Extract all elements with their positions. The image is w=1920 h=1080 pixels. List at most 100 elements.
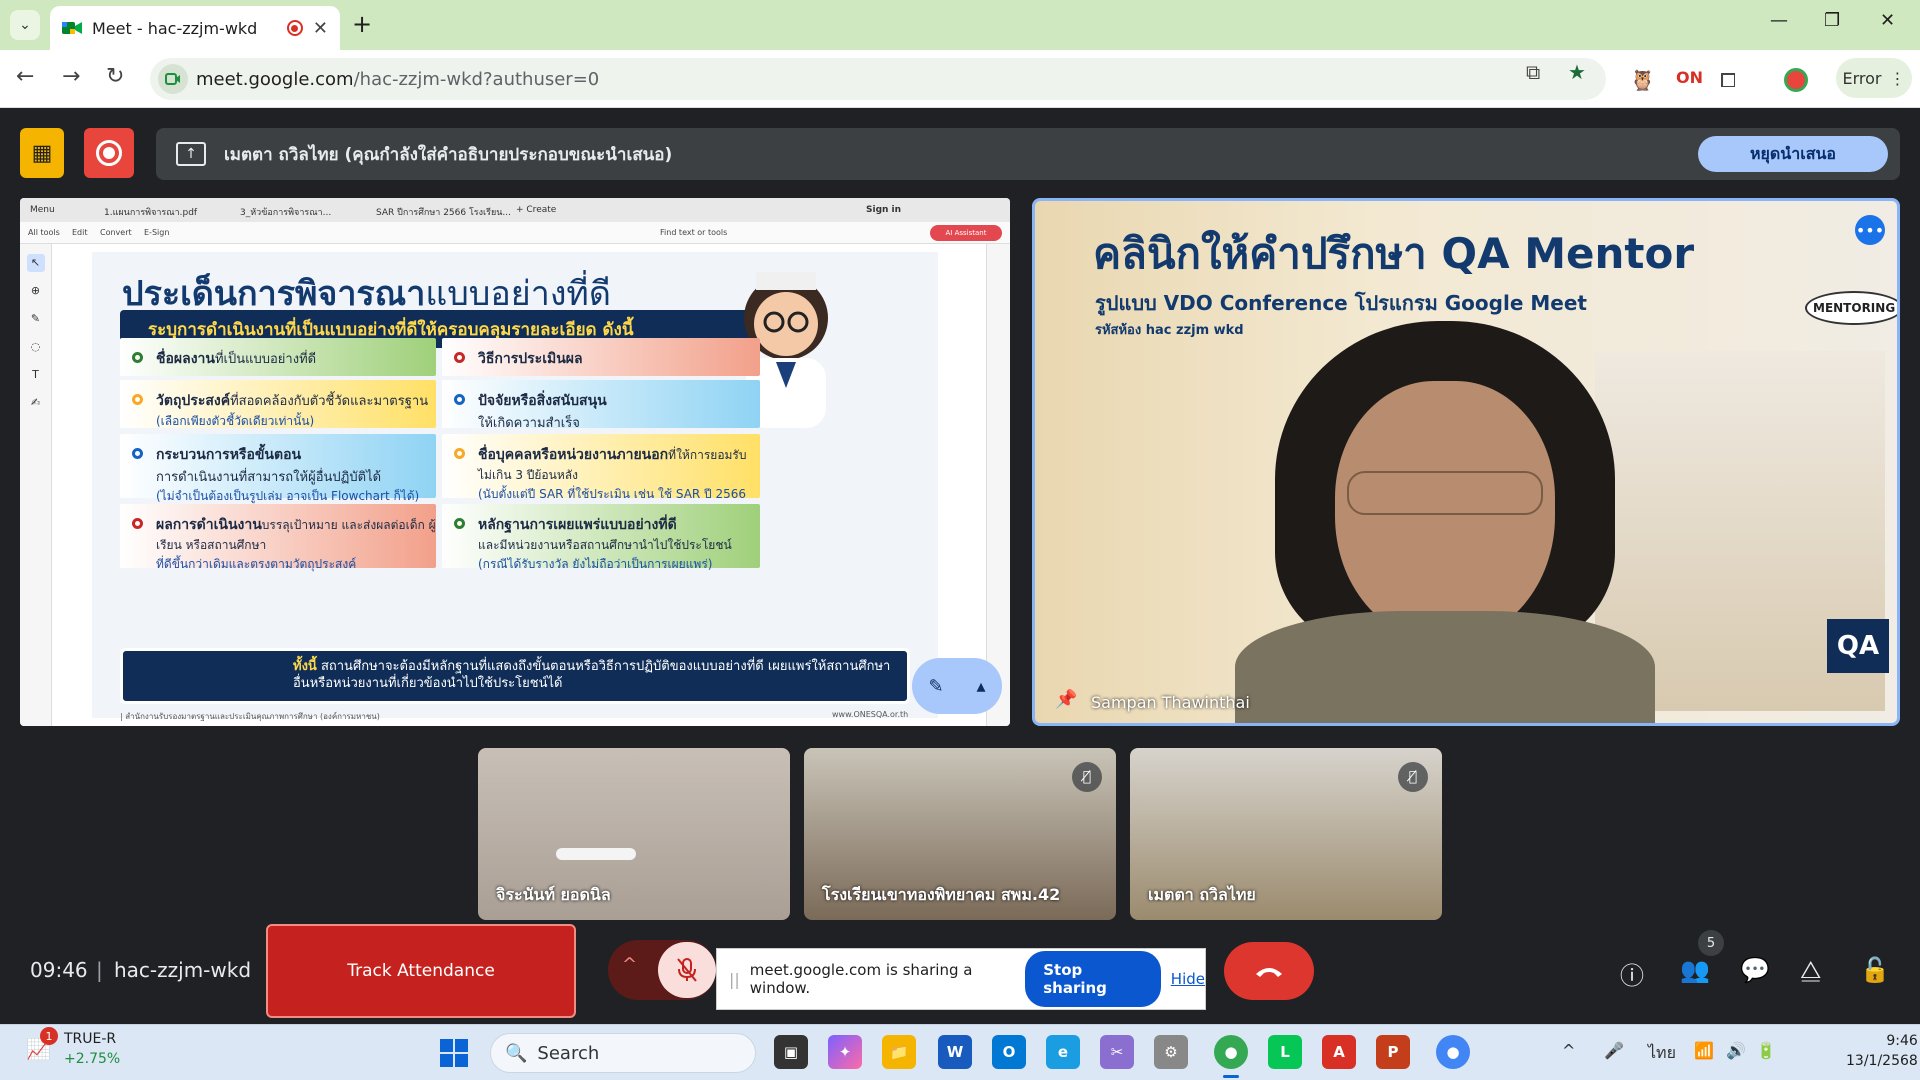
presentation-annotate-icon[interactable]: ▦ <box>20 128 64 178</box>
annotate-expand-icon[interactable]: ▴ <box>976 676 985 697</box>
pen-icon[interactable]: ✎ <box>27 310 45 328</box>
volume-icon[interactable]: 🔊 <box>1726 1041 1746 1060</box>
powerpoint-icon[interactable]: P <box>1376 1035 1410 1069</box>
pdf-tab-2[interactable]: 3_หัวข้อการพิจารณา... <box>240 205 331 219</box>
extension-owl-icon[interactable]: 🦉 <box>1630 68 1655 92</box>
file-explorer-icon[interactable]: 📁 <box>882 1035 916 1069</box>
leave-call-button[interactable] <box>1224 942 1314 1000</box>
pdf-edit[interactable]: Edit <box>72 228 88 237</box>
close-window-icon[interactable]: ✕ <box>1880 10 1895 31</box>
chat-icon[interactable]: 💬 <box>1740 956 1770 984</box>
address-bar[interactable]: meet.google.com/hac-zzjm-wkd?authuser=0 <box>150 58 1606 100</box>
back-icon[interactable]: ← <box>16 64 34 89</box>
speaker-video-tile[interactable]: คลินิกให้คำปรึกษา QA Mentor รูปแบบ VDO C… <box>1032 198 1900 726</box>
tab-search-chevron-icon[interactable]: ⌄ <box>10 10 40 40</box>
outlook-icon[interactable]: O <box>992 1035 1026 1069</box>
edge-icon[interactable]: e <box>1046 1035 1080 1069</box>
drag-handle-icon[interactable]: || <box>729 970 740 989</box>
app-icon[interactable]: ⚙ <box>1154 1035 1188 1069</box>
language-indicator[interactable]: ไทย <box>1648 1041 1676 1066</box>
pin-icon[interactable]: 📌 <box>1055 689 1077 710</box>
present-upload-icon: ↑ <box>176 142 206 166</box>
task-view-icon[interactable]: ▣ <box>774 1035 808 1069</box>
stop-presenting-button[interactable]: หยุดนำเสนอ <box>1698 136 1888 172</box>
host-controls-icon[interactable]: 🔓 <box>1860 956 1890 984</box>
tile-more-options-icon[interactable]: ••• <box>1855 215 1885 245</box>
participant-tile[interactable]: จิระนันท์ ยอดนิล <box>478 748 790 920</box>
mic-off-button[interactable] <box>658 942 716 998</box>
shared-screen-tile: Menu 1.แผนการพิจารณา.pdf 3_หัวข้อการพิจา… <box>20 198 1010 726</box>
chrome-profile-icon[interactable]: ● <box>1436 1035 1470 1069</box>
participant-tile[interactable]: 🎙̸ เมตตา ถวิลไทย <box>1130 748 1442 920</box>
separator: | <box>96 958 103 982</box>
tab-close-icon[interactable]: ✕ <box>313 18 328 39</box>
reload-icon[interactable]: ↻ <box>106 64 124 89</box>
url-text: meet.google.com/hac-zzjm-wkd?authuser=0 <box>196 68 600 90</box>
bookmark-star-icon[interactable]: ★ <box>1568 60 1586 84</box>
taskbar-search-label: Search <box>537 1042 600 1064</box>
virtual-background-title: คลินิกให้คำปรึกษา QA Mentor <box>1093 229 1695 278</box>
audio-options-chevron-icon[interactable]: ^ <box>622 954 637 975</box>
word-icon[interactable]: W <box>938 1035 972 1069</box>
more-vert-icon: ⋮ <box>1889 68 1906 88</box>
pdf-sign-in[interactable]: Sign in <box>866 205 901 215</box>
snipping-tool-icon[interactable]: ✂ <box>1100 1035 1134 1069</box>
stock-widget[interactable]: 1 📈 TRUE-R +2.75% <box>26 1027 121 1069</box>
pdf-create[interactable]: + Create <box>516 205 556 215</box>
forward-icon[interactable]: → <box>62 64 80 89</box>
windows-start-icon[interactable] <box>440 1039 468 1067</box>
tab-meet[interactable]: Meet - hac-zzjm-wkd ✕ <box>50 6 340 50</box>
tray-mic-icon[interactable]: 🎤 <box>1604 1041 1624 1060</box>
track-attendance-button[interactable]: Track Attendance <box>266 924 576 1018</box>
select-cursor-icon[interactable]: ↖ <box>26 254 45 272</box>
pdf-find[interactable]: Find text or tools <box>660 228 727 237</box>
bullet-icon <box>132 352 143 363</box>
chrome-icon[interactable]: ● <box>1214 1035 1248 1069</box>
call-end-icon <box>1256 968 1282 977</box>
pdf-right-toolbar <box>986 244 1010 726</box>
pdf-menu[interactable]: Menu <box>30 205 55 215</box>
profile-error-button[interactable]: Error ⋮ <box>1836 58 1912 98</box>
restore-icon[interactable]: ❐ <box>1824 10 1840 31</box>
stock-change: +2.75% <box>64 1051 121 1067</box>
system-clock[interactable]: 9:46 13/1/2568 <box>1846 1031 1918 1071</box>
line-icon[interactable]: L <box>1268 1035 1302 1069</box>
annotation-toolbar[interactable]: ✎ ▴ <box>912 658 1002 714</box>
battery-icon[interactable]: 🔋 <box>1756 1041 1776 1060</box>
pdf-convert[interactable]: Convert <box>100 228 132 237</box>
hide-link[interactable]: Hide <box>1171 970 1205 988</box>
annotate-pen-icon[interactable]: ✎ <box>928 676 943 697</box>
tray-overflow-icon[interactable]: ^ <box>1562 1041 1575 1060</box>
extensions-puzzle-icon[interactable]: ⧠ <box>1720 68 1736 92</box>
stop-sharing-button[interactable]: Stop sharing <box>1025 951 1161 1007</box>
criteria-box-1: ชื่อผลงานที่เป็นแบบอย่างที่ดี <box>120 338 436 376</box>
lasso-icon[interactable]: ◌ <box>27 338 45 356</box>
meeting-info-icon[interactable]: ⓘ <box>1620 956 1644 991</box>
bullet-icon <box>454 518 465 529</box>
text-icon[interactable]: T <box>27 366 45 384</box>
pdf-tab-3[interactable]: SAR ปีการศึกษา 2566 โรงเรียน... <box>376 205 511 219</box>
profile-avatar-icon[interactable] <box>1784 68 1808 92</box>
activities-icon[interactable]: ⧋ <box>1800 956 1821 984</box>
acrobat-icon[interactable]: A <box>1322 1035 1356 1069</box>
site-info-icon[interactable] <box>158 64 188 94</box>
pdf-esign[interactable]: E-Sign <box>144 228 169 237</box>
slide-logo-text: www.ONESQA.or.th <box>832 710 909 719</box>
pdf-toolbar: All tools Edit Convert E-Sign Find text … <box>20 222 1010 244</box>
stamp-icon[interactable]: ✍ <box>27 394 45 412</box>
pdf-all-tools[interactable]: All tools <box>28 228 60 237</box>
pdf-tab-1[interactable]: 1.แผนการพิจารณา.pdf <box>104 205 197 219</box>
recording-icon[interactable] <box>84 128 134 178</box>
people-icon[interactable]: 👥 <box>1680 956 1710 984</box>
ai-assistant-button[interactable]: AI Assistant <box>930 225 1002 241</box>
new-tab-plus-icon[interactable]: + <box>352 10 372 38</box>
criteria-box-8: หลักฐานการเผยแพร่แบบอย่างที่ดี และมีหน่ว… <box>442 504 760 571</box>
minimize-icon[interactable]: — <box>1770 10 1788 31</box>
translate-icon[interactable]: ⧉ <box>1526 60 1540 84</box>
zoom-icon[interactable]: ⊕ <box>27 282 45 300</box>
wifi-icon[interactable]: 📶 <box>1694 1041 1714 1060</box>
participant-tile[interactable]: 🎙̸ โรงเรียนเขาทองพิทยาคม สพม.42 <box>804 748 1116 920</box>
taskbar-search[interactable]: 🔍 Search <box>490 1033 756 1073</box>
copilot-icon[interactable]: ✦ <box>828 1035 862 1069</box>
extension-on-icon[interactable]: ON <box>1676 68 1703 87</box>
